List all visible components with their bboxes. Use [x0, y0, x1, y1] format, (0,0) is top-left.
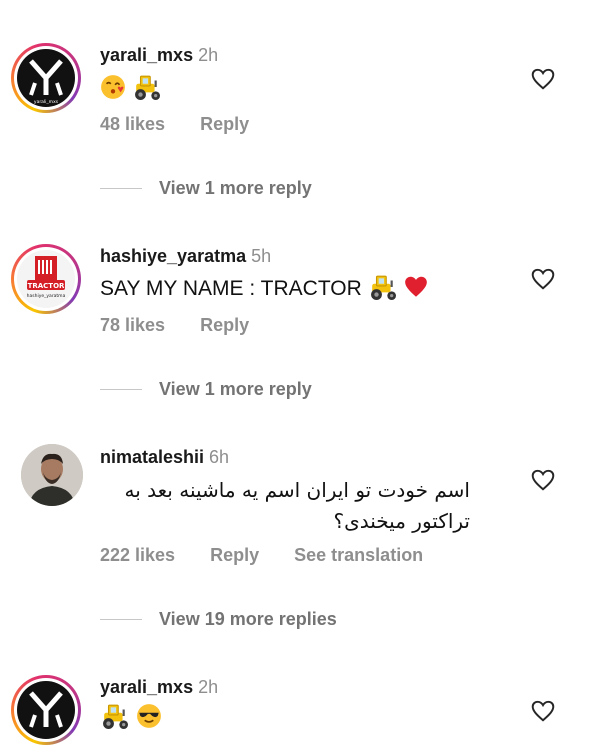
comment-actions: 78 likes Reply [100, 315, 279, 336]
comment-header: nimataleshii 6h [100, 447, 229, 468]
comment-body-line: اسم خودت تو ایران اسم یه ماشینه بعد به [124, 478, 471, 502]
likes-count[interactable]: 78 likes [100, 315, 165, 335]
tractor-team-logo-icon: TRACTOR hashiye_yaratma [17, 250, 75, 308]
like-heart-icon[interactable] [530, 66, 556, 92]
username[interactable]: nimataleshii [100, 447, 204, 467]
comment-text [100, 703, 162, 730]
view-replies-button[interactable]: View 1 more reply [100, 379, 312, 403]
see-translation-button[interactable]: See translation [294, 545, 423, 565]
divider-line [100, 619, 142, 620]
kissing-face-emoji [100, 74, 126, 100]
sunglasses-face-emoji [136, 703, 162, 729]
comment-header: yarali_mxs 2h [100, 677, 218, 698]
like-heart-icon[interactable] [530, 698, 556, 724]
tractor-emoji [134, 75, 161, 100]
tractor-emoji [102, 704, 129, 729]
timestamp: 6h [209, 447, 230, 467]
timestamp: 2h [198, 45, 219, 65]
avatar[interactable] [21, 444, 83, 506]
like-heart-icon[interactable] [530, 266, 556, 292]
username[interactable]: yarali_mxs [100, 677, 193, 697]
avatar[interactable]: TRACTOR hashiye_yaratma [11, 244, 81, 314]
red-heart-emoji [405, 276, 428, 297]
comment-header: hashiye_yaratma 5h [100, 246, 271, 267]
profile-photo-icon [21, 444, 83, 506]
comment-body-line: تراکتور میخندی؟ [333, 509, 470, 533]
reply-button[interactable]: Reply [210, 545, 259, 565]
view-replies-label: View 19 more replies [159, 609, 337, 629]
avatar-caption: hashiye_yaratma [27, 293, 66, 299]
likes-count[interactable]: 222 likes [100, 545, 175, 565]
view-replies-label: View 1 more reply [159, 178, 312, 198]
comment-body: SAY MY NAME : TRACTOR [100, 277, 362, 300]
avatar-team-label: TRACTOR [28, 282, 65, 290]
username[interactable]: hashiye_yaratma [100, 246, 246, 266]
view-replies-button[interactable]: View 19 more replies [100, 609, 337, 633]
tractor-emoji [370, 275, 397, 300]
view-replies-label: View 1 more reply [159, 379, 312, 399]
likes-count[interactable]: 48 likes [100, 114, 165, 134]
comment-actions: 222 likes Reply See translation [100, 545, 453, 566]
view-replies-button[interactable]: View 1 more reply [100, 178, 312, 202]
timestamp: 2h [198, 677, 219, 697]
divider-line [100, 188, 142, 189]
yarali-logo-icon [19, 683, 73, 737]
timestamp: 5h [251, 246, 272, 266]
divider-line [100, 389, 142, 390]
username[interactable]: yarali_mxs [100, 45, 193, 65]
avatar[interactable]: yarali_mxs [11, 43, 81, 113]
comment-text: اسم خودت تو ایران اسم یه ماشینه بعد به ت… [100, 475, 471, 537]
reply-button[interactable]: Reply [200, 114, 249, 134]
yarali-logo-icon: yarali_mxs [19, 51, 73, 105]
comment-actions: 48 likes Reply [100, 114, 279, 135]
comment-text [100, 74, 162, 101]
comment-text: SAY MY NAME : TRACTOR [100, 274, 429, 301]
avatar[interactable] [11, 675, 81, 745]
like-heart-icon[interactable] [530, 467, 556, 493]
comment-header: yarali_mxs 2h [100, 45, 218, 66]
reply-button[interactable]: Reply [200, 315, 249, 335]
avatar-caption: yarali_mxs [34, 99, 59, 105]
